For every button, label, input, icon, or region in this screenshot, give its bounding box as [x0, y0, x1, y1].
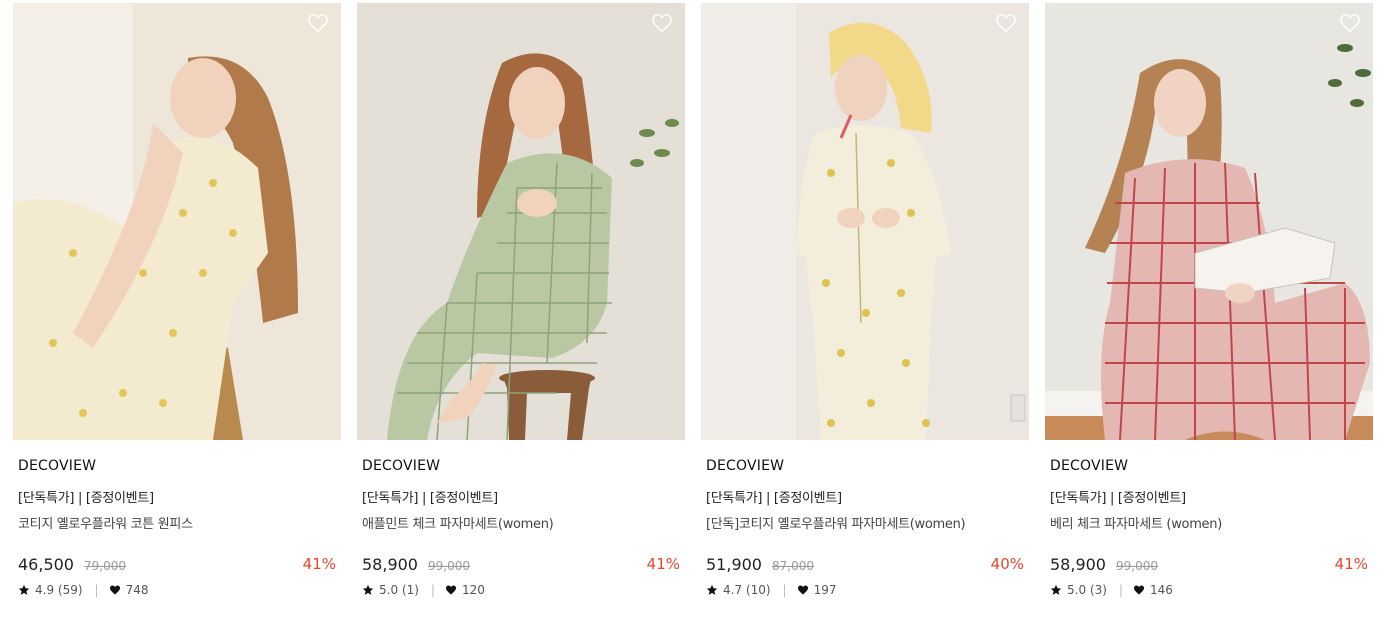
- brand-name[interactable]: DECOVIEW: [362, 458, 680, 476]
- product-meta: 5.0 (3) | 146: [1050, 582, 1368, 598]
- product-meta: 4.7 (10) | 197: [706, 582, 1024, 598]
- promo-tags: [단독특가] | [증정이벤트]: [706, 491, 842, 506]
- star-icon: [18, 584, 30, 595]
- product-info: DECOVIEW [단독특가] | [증정이벤트] 애플민트 체크 파자마세트(…: [357, 458, 685, 598]
- heart-icon: [445, 585, 456, 595]
- wishlist-heart-icon[interactable]: [307, 13, 329, 33]
- product-image[interactable]: [701, 3, 1029, 440]
- meta-divider: |: [430, 583, 435, 597]
- sale-price: 58,900: [1050, 555, 1106, 574]
- rating-text: 4.9 (59): [35, 583, 83, 597]
- original-price: 87,000: [771, 559, 814, 573]
- wishlist-heart-icon[interactable]: [651, 13, 673, 33]
- sale-price: 46,500: [18, 555, 74, 574]
- promo-tags: [단독특가] | [증정이벤트]: [18, 491, 154, 506]
- star-icon: [1050, 584, 1062, 595]
- product-name[interactable]: 코티지 옐로우플라워 코튼 원피스: [18, 513, 336, 532]
- promo-tags: [단독특가] | [증정이벤트]: [1050, 491, 1186, 506]
- like-count: 197: [813, 583, 837, 597]
- meta-divider: |: [782, 583, 787, 597]
- product-photo: [1045, 3, 1373, 440]
- price-row: 58,900 99,000 41%: [362, 555, 680, 575]
- product-name[interactable]: 베리 체크 파자마세트 (women): [1050, 513, 1368, 532]
- product-info: DECOVIEW [단독특가] | [증정이벤트] [단독]코티지 옐로우플라워…: [701, 458, 1029, 598]
- sale-price: 58,900: [362, 555, 418, 574]
- product-info: DECOVIEW [단독특가] | [증정이벤트] 베리 체크 파자마세트 (w…: [1045, 458, 1373, 598]
- original-price: 79,000: [83, 559, 126, 573]
- meta-divider: |: [94, 583, 99, 597]
- product-image[interactable]: [357, 3, 685, 440]
- product-meta: 5.0 (1) | 120: [362, 582, 680, 598]
- product-card[interactable]: DECOVIEW [단독특가] | [증정이벤트] 애플민트 체크 파자마세트(…: [357, 3, 685, 598]
- star-icon: [362, 584, 374, 595]
- wishlist-heart-icon[interactable]: [995, 13, 1017, 33]
- price-row: 58,900 99,000 41%: [1050, 555, 1368, 575]
- price-row: 46,500 79,000 41%: [18, 555, 336, 575]
- wishlist-heart-icon[interactable]: [1339, 13, 1361, 33]
- original-price: 99,000: [427, 559, 470, 573]
- sale-price: 51,900: [706, 555, 762, 574]
- original-price: 99,000: [1115, 559, 1158, 573]
- heart-icon: [109, 585, 120, 595]
- discount-rate: 41%: [302, 555, 336, 573]
- product-meta: 4.9 (59) | 748: [18, 582, 336, 598]
- discount-rate: 41%: [1334, 555, 1368, 573]
- product-name[interactable]: [단독]코티지 옐로우플라워 파자마세트(women): [706, 513, 1024, 532]
- brand-name[interactable]: DECOVIEW: [706, 458, 1024, 476]
- like-count: 146: [1149, 583, 1173, 597]
- heart-icon: [797, 585, 808, 595]
- product-name[interactable]: 애플민트 체크 파자마세트(women): [362, 513, 680, 532]
- product-info: DECOVIEW [단독특가] | [증정이벤트] 코티지 옐로우플라워 코튼 …: [13, 458, 341, 598]
- product-grid: DECOVIEW [단독특가] | [증정이벤트] 코티지 옐로우플라워 코튼 …: [13, 3, 1373, 598]
- product-card[interactable]: DECOVIEW [단독특가] | [증정이벤트] 베리 체크 파자마세트 (w…: [1045, 3, 1373, 598]
- product-photo: [13, 3, 341, 440]
- rating-text: 5.0 (1): [379, 583, 419, 597]
- product-image[interactable]: [1045, 3, 1373, 440]
- product-photo: [357, 3, 685, 440]
- product-photo: [701, 3, 1029, 440]
- rating-text: 5.0 (3): [1067, 583, 1107, 597]
- heart-icon: [1133, 585, 1144, 595]
- brand-name[interactable]: DECOVIEW: [1050, 458, 1368, 476]
- star-icon: [706, 584, 718, 595]
- rating-text: 4.7 (10): [723, 583, 771, 597]
- like-count: 748: [125, 583, 149, 597]
- product-card[interactable]: DECOVIEW [단독특가] | [증정이벤트] 코티지 옐로우플라워 코튼 …: [13, 3, 341, 598]
- product-image[interactable]: [13, 3, 341, 440]
- like-count: 120: [461, 583, 485, 597]
- meta-divider: |: [1118, 583, 1123, 597]
- discount-rate: 40%: [990, 555, 1024, 573]
- brand-name[interactable]: DECOVIEW: [18, 458, 336, 476]
- price-row: 51,900 87,000 40%: [706, 555, 1024, 575]
- discount-rate: 41%: [646, 555, 680, 573]
- product-card[interactable]: DECOVIEW [단독특가] | [증정이벤트] [단독]코티지 옐로우플라워…: [701, 3, 1029, 598]
- promo-tags: [단독특가] | [증정이벤트]: [362, 491, 498, 506]
